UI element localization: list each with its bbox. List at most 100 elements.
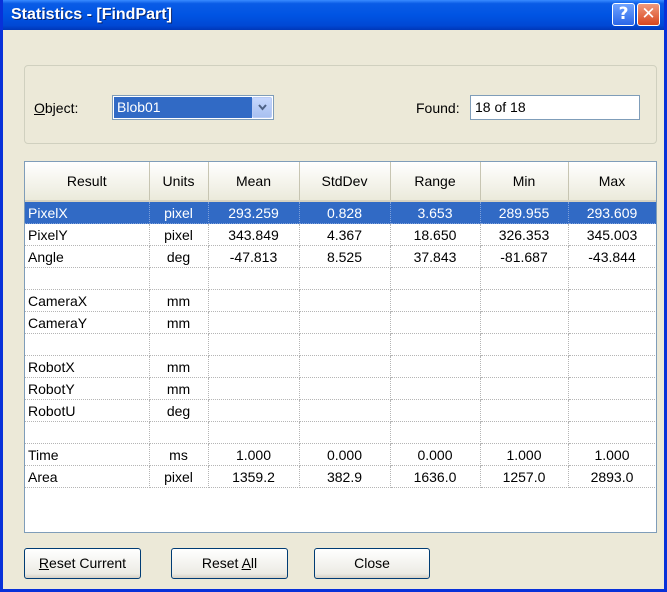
- table-body: PixelX pixel 293.259 0.828 3.653 289.955 293.6…: [25, 201, 656, 488]
- table-row-roboty[interactable]: RobotY mm: [25, 377, 656, 400]
- table-cell: 1359.2: [208, 465, 300, 488]
- found-field: 18 of 18: [470, 95, 640, 120]
- table-cell: 8.525: [299, 245, 391, 268]
- statistics-table: Result Units Mean StdDev Range Min Max PixelX p…: [25, 162, 656, 488]
- object-label-mnemonic: O: [34, 100, 45, 116]
- table-cell: pixel: [149, 223, 209, 246]
- table-cell: [390, 333, 481, 356]
- table-cell: [480, 267, 569, 290]
- table-cell: -47.813: [208, 245, 300, 268]
- table-cell: mm: [149, 377, 209, 400]
- table-cell: Time: [25, 443, 150, 466]
- window-title: Statistics - [FindPart]: [11, 6, 172, 23]
- chevron-down-icon: [258, 104, 267, 111]
- table-cell: deg: [149, 399, 209, 422]
- table-row-pixely[interactable]: PixelY pixel 343.849 4.367 18.650 326.353 345.…: [25, 223, 656, 246]
- table-row-spacer[interactable]: [25, 333, 656, 356]
- reset-all-mnemonic: A: [241, 555, 251, 571]
- table-cell: -81.687: [480, 245, 569, 268]
- table-cell: 343.849: [208, 223, 300, 246]
- column-header-min[interactable]: Min: [480, 162, 569, 202]
- table-cell: PixelX: [25, 201, 150, 224]
- table-cell: [299, 289, 391, 312]
- table-cell: mm: [149, 289, 209, 312]
- table-cell: [390, 355, 481, 378]
- reset-current-rest: eset Current: [49, 555, 127, 571]
- table-cell: 382.9: [299, 465, 391, 488]
- close-window-button[interactable]: ✕: [637, 3, 660, 26]
- table-row-spacer[interactable]: [25, 267, 656, 290]
- table-cell: [25, 267, 150, 290]
- table-row-area[interactable]: Area pixel 1359.2 382.9 1636.0 1257.0 2893.0: [25, 465, 656, 488]
- table-cell: [390, 377, 481, 400]
- table-cell: [480, 421, 569, 444]
- table-row-angle[interactable]: Angle deg -47.813 8.525 37.843 -81.687 -43.844: [25, 245, 656, 268]
- table-cell: mm: [149, 355, 209, 378]
- table-cell: [568, 311, 656, 334]
- help-button[interactable]: ?: [612, 3, 635, 26]
- table-cell: 37.843: [390, 245, 481, 268]
- table-cell: 293.259: [208, 201, 300, 224]
- table-cell: 0.000: [390, 443, 481, 466]
- object-label-rest: bject:: [44, 100, 79, 116]
- table-cell: deg: [149, 245, 209, 268]
- table-cell: 345.003: [568, 223, 656, 246]
- table-row-robotu[interactable]: RobotU deg: [25, 399, 656, 422]
- table-cell: [299, 333, 391, 356]
- column-header-units[interactable]: Units: [149, 162, 209, 202]
- table-cell: [208, 267, 300, 290]
- table-cell: [480, 311, 569, 334]
- table-cell: [390, 399, 481, 422]
- table-cell: [390, 267, 481, 290]
- column-header-stddev[interactable]: StdDev: [299, 162, 391, 202]
- table-cell: [25, 333, 150, 356]
- reset-current-button[interactable]: Reset Current: [24, 548, 141, 579]
- table-cell: [568, 399, 656, 422]
- close-button[interactable]: Close: [314, 548, 430, 579]
- reset-all-prefix: Reset: [201, 555, 242, 571]
- table-row-robotx[interactable]: RobotX mm: [25, 355, 656, 378]
- table-row-pixelx[interactable]: PixelX pixel 293.259 0.828 3.653 289.955 293.6…: [25, 201, 656, 224]
- reset-all-rest: ll: [250, 555, 258, 571]
- reset-current-mnemonic: R: [38, 555, 50, 571]
- table-cell: 289.955: [480, 201, 569, 224]
- table-cell: pixel: [149, 465, 209, 488]
- statistics-grid[interactable]: Result Units Mean StdDev Range Min Max PixelX p…: [24, 161, 657, 533]
- table-cell: ms: [149, 443, 209, 466]
- object-dropdown-button[interactable]: [252, 97, 272, 118]
- table-cell: [299, 399, 391, 422]
- table-cell: mm: [149, 311, 209, 334]
- table-cell: [208, 355, 300, 378]
- table-row-camerax[interactable]: CameraX mm: [25, 289, 656, 312]
- table-cell: [480, 355, 569, 378]
- column-header-range[interactable]: Range: [390, 162, 481, 202]
- table-row-spacer[interactable]: [25, 421, 656, 444]
- reset-all-button[interactable]: Reset All: [171, 548, 288, 579]
- column-header-result[interactable]: Result: [25, 162, 150, 202]
- table-cell: [208, 377, 300, 400]
- table-cell: 1257.0: [480, 465, 569, 488]
- table-cell: [299, 377, 391, 400]
- table-cell: Angle: [25, 245, 150, 268]
- column-header-mean[interactable]: Mean: [208, 162, 300, 202]
- table-cell: [149, 421, 209, 444]
- table-cell: [568, 333, 656, 356]
- table-cell: [568, 289, 656, 312]
- table-cell: [208, 399, 300, 422]
- table-cell: 2893.0: [568, 465, 656, 488]
- table-cell: [25, 421, 150, 444]
- table-cell: 326.353: [480, 223, 569, 246]
- table-cell: [299, 267, 391, 290]
- table-cell: 1.000: [568, 443, 656, 466]
- title-bar[interactable]: Statistics - [FindPart] ? ✕: [3, 0, 664, 30]
- table-cell: [299, 355, 391, 378]
- column-header-max[interactable]: Max: [568, 162, 656, 202]
- table-row-time[interactable]: Time ms 1.000 0.000 0.000 1.000 1.000: [25, 443, 656, 466]
- table-cell: 1.000: [480, 443, 569, 466]
- table-cell: 0.828: [299, 201, 391, 224]
- object-combobox[interactable]: Blob01: [112, 95, 274, 120]
- table-cell: [480, 289, 569, 312]
- table-cell: [149, 267, 209, 290]
- table-row-cameray[interactable]: CameraY mm: [25, 311, 656, 334]
- table-cell: RobotU: [25, 399, 150, 422]
